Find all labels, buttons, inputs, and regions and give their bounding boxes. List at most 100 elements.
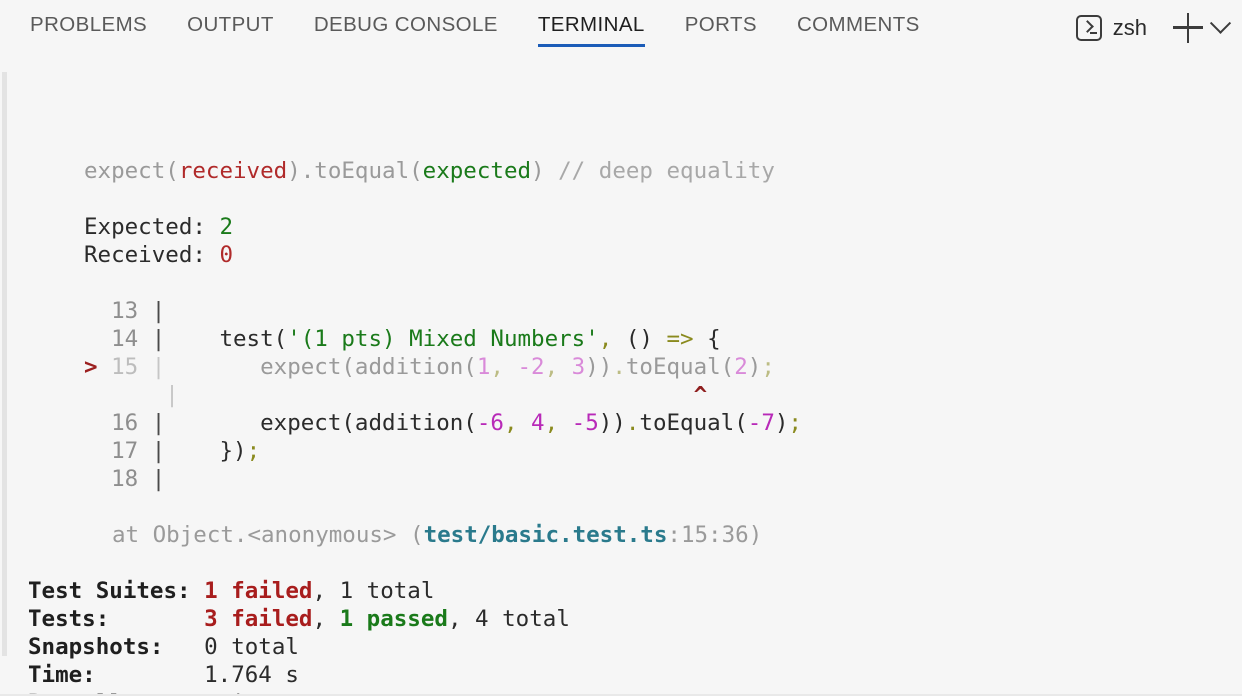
summary-time-pad xyxy=(96,662,204,688)
summary-test-suites-total: 1 total xyxy=(339,578,435,604)
tab-problems-label: PROBLEMS xyxy=(30,13,148,36)
terminal-output-area[interactable]: expect(received).toEqual(expected) // de… xyxy=(0,55,1242,696)
code-frame-semi-15: ; xyxy=(761,354,775,380)
code-frame-num-16-a: -6 xyxy=(476,410,504,436)
code-frame-marker-18 xyxy=(84,466,111,492)
matcher-hint-expect: expect( xyxy=(84,158,179,184)
tab-terminal-label: TERMINAL xyxy=(537,13,645,36)
code-frame-pipe-14: | xyxy=(138,326,166,352)
code-frame-pipe-17: | xyxy=(138,438,166,464)
matcher-hint-close: ) xyxy=(531,158,545,184)
code-frame-marker-17 xyxy=(84,438,111,464)
code-frame-code-14-a: test( xyxy=(165,326,288,352)
chevron-down-icon[interactable] xyxy=(1209,12,1232,34)
summary-tests-failed: 3 failed xyxy=(204,606,313,632)
tab-comments[interactable]: COMMENTS xyxy=(797,0,920,50)
stack-trace-line: at Object.<anonymous> (test/basic.test.t… xyxy=(112,521,762,549)
matcher-hint-received: received xyxy=(178,158,288,184)
code-frame-num-16-b: 4 xyxy=(531,410,545,436)
received-value: 0 xyxy=(219,242,234,268)
code-frame-code-16-d: ) xyxy=(774,410,789,436)
stack-trace-prefix: at Object.<anonymous> ( xyxy=(112,522,424,548)
tab-terminal[interactable]: TERMINAL xyxy=(537,0,645,50)
code-frame-num-15-c: 3 xyxy=(571,354,586,380)
code-frame-code-16-b: )) xyxy=(598,410,626,436)
code-frame-marker-15: > xyxy=(84,354,112,380)
expected-value: 2 xyxy=(219,214,234,240)
summary-test-suites-pad xyxy=(191,578,205,604)
tab-output-label: OUTPUT xyxy=(187,13,274,36)
code-frame-number-16: 16 xyxy=(111,410,139,436)
code-frame-num-15-a: 1 xyxy=(476,354,491,380)
received-line: Received: 0 xyxy=(84,241,233,269)
code-frame-comma-15-a: , xyxy=(490,354,504,380)
expected-label: Expected: xyxy=(84,214,220,240)
code-frame-num-16-d: -7 xyxy=(747,410,775,436)
code-frame-semi-17: ; xyxy=(246,438,261,464)
matcher-hint-line: expect(received).toEqual(expected) // de… xyxy=(84,157,775,185)
code-frame-pipe-13: | xyxy=(138,298,166,324)
code-frame-number-14: 14 xyxy=(111,326,139,352)
code-frame-comma-16-a: , xyxy=(503,410,518,436)
code-frame-code-14-c: { xyxy=(693,326,721,352)
tab-comments-label: COMMENTS xyxy=(796,13,920,36)
code-frame-marker-14 xyxy=(84,326,111,352)
code-frame-code-16-a: expect(addition( xyxy=(165,410,477,436)
expected-line: Expected: 2 xyxy=(84,213,233,241)
code-frame-code-15-b: )) xyxy=(585,354,613,380)
code-frame-sp-16-a xyxy=(517,410,531,436)
code-frame-comma-15-b: , xyxy=(544,354,559,380)
code-frame-pipe-16: | xyxy=(138,410,166,436)
code-frame-pipe-18: | xyxy=(138,466,166,492)
summary-tests: Tests: 3 failed, 1 passed, 4 total xyxy=(28,605,570,633)
code-frame-code-17-a: }) xyxy=(165,438,247,464)
tab-debug-console[interactable]: DEBUG CONSOLE xyxy=(314,0,498,50)
code-frame-code-16-c: toEqual( xyxy=(639,410,748,436)
tab-problems[interactable]: PROBLEMS xyxy=(30,0,147,50)
code-frame-sp-15-b xyxy=(558,354,572,380)
summary-time: Time: 1.764 s xyxy=(28,661,299,689)
summary-tests-total: 4 total xyxy=(475,606,570,632)
code-frame-marker-caret xyxy=(84,382,152,408)
summary-test-suites-label: Test Suites: xyxy=(28,578,191,604)
code-frame-number-15: 15 xyxy=(111,354,139,380)
code-frame-line-18: 18 | xyxy=(84,465,165,493)
code-frame-comma-14: , xyxy=(598,326,613,352)
plus-icon[interactable] xyxy=(1173,12,1203,43)
summary-tests-pad xyxy=(109,606,204,632)
summary-snapshots-label: Snapshots: xyxy=(28,634,164,660)
code-frame-caret-line: | ^ xyxy=(84,381,707,409)
code-frame-semi-16: ; xyxy=(788,410,802,436)
summary-tests-sep2: , xyxy=(447,606,476,632)
tab-active-indicator xyxy=(537,44,645,47)
matcher-hint-mid: ).toEqual( xyxy=(287,158,423,184)
terminal-toolbar: zsh xyxy=(1075,0,1232,55)
terminal-prompt-icon xyxy=(1075,14,1102,41)
summary-test-suites-sep: , xyxy=(312,578,340,604)
panel-tab-list: PROBLEMS OUTPUT DEBUG CONSOLE TERMINAL P… xyxy=(0,0,960,55)
summary-snapshots: Snapshots: 0 total xyxy=(28,633,299,661)
code-frame-line-15: > 15 | expect(addition(1, -2, 3)).toEqua… xyxy=(84,353,775,381)
code-frame-code-15-d: ) xyxy=(747,354,762,380)
tab-output[interactable]: OUTPUT xyxy=(187,0,274,50)
summary-tests-passed: 1 passed xyxy=(339,606,448,632)
active-shell-label[interactable]: zsh xyxy=(1113,15,1147,41)
code-frame-code-15-a: expect(addition( xyxy=(165,354,477,380)
stack-trace-file-link[interactable]: test/basic.test.ts xyxy=(424,522,668,548)
code-frame-pipe-15: | xyxy=(138,354,166,380)
code-frame-number-17: 17 xyxy=(111,438,139,464)
stack-trace-position: :15:36 xyxy=(667,522,749,548)
code-frame-marker-13 xyxy=(84,298,111,324)
summary-time-label: Time: xyxy=(28,662,96,688)
tab-ports[interactable]: PORTS xyxy=(685,0,757,50)
code-frame-line-16: 16 | expect(addition(-6, 4, -5)).toEqual… xyxy=(84,409,802,437)
stack-trace-suffix: ) xyxy=(748,522,763,548)
tab-ports-label: PORTS xyxy=(684,13,757,36)
panel-tabbar: PROBLEMS OUTPUT DEBUG CONSOLE TERMINAL P… xyxy=(0,0,1242,55)
matcher-hint-expected: expected xyxy=(422,158,532,184)
code-frame-code-15-c: toEqual( xyxy=(625,354,735,380)
code-frame-arrow-14: => xyxy=(666,326,694,352)
code-frame-comma-16-b: , xyxy=(544,410,559,436)
code-frame-sp-16-b xyxy=(558,410,572,436)
code-frame-line-17: 17 | }); xyxy=(84,437,260,465)
